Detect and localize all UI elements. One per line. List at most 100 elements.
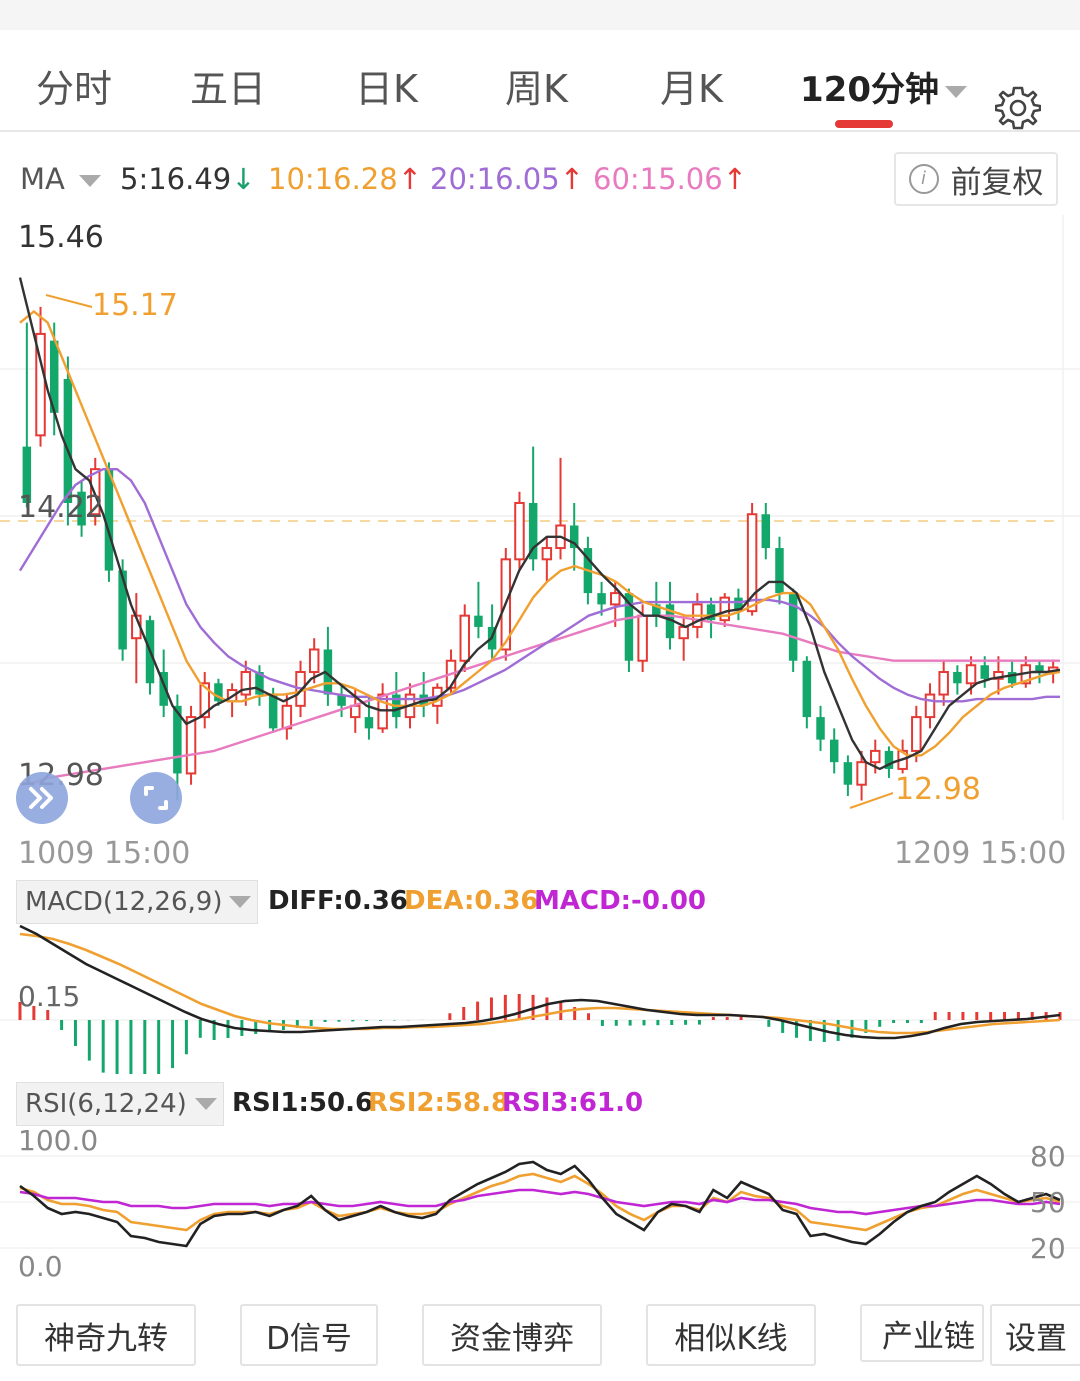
tab-zhouk[interactable]: 周K (505, 58, 568, 113)
double-chevron-right-icon (29, 787, 53, 809)
candle-body (610, 592, 621, 606)
ma5-line (18, 277, 1061, 771)
diff-line (19, 924, 1061, 1040)
candle-body (870, 749, 881, 764)
candle-body (185, 716, 197, 775)
candle-body (364, 717, 374, 729)
tab-fenshi[interactable]: 分时 (36, 58, 112, 113)
peak-leader-line (45, 294, 93, 308)
fullscreen-icon (144, 786, 168, 810)
candle-body (761, 514, 771, 549)
macd-selector[interactable]: MACD(12,26,9) (16, 880, 258, 924)
rsi-chart (0, 1155, 1080, 1249)
chevron-down-icon (229, 896, 251, 908)
ma20-value: 20:16.05↑ (430, 162, 585, 196)
candle-body (350, 704, 361, 719)
candle-body (459, 614, 470, 662)
rsi-50-label: 50 (1030, 1186, 1066, 1219)
low-leader-line (849, 792, 894, 809)
candle-body (268, 694, 278, 729)
adjust-button-label: 前复权 (950, 164, 1044, 201)
candle-body (843, 762, 853, 785)
adjust-button[interactable]: i 前复权 (894, 152, 1058, 206)
ma20-line (18, 467, 1060, 703)
chevron-down-icon (944, 85, 967, 98)
period-tabs: 分时 五日 日K 周K 月K 120分钟 (0, 30, 1080, 132)
dea-line (19, 932, 1061, 1035)
candle-body (678, 625, 689, 640)
candle-body (118, 570, 127, 650)
fullscreen-button[interactable] (130, 772, 182, 824)
date-axis-end: 1209 15:00 (894, 836, 1067, 871)
ma10-value: 10:16.28↑ (268, 162, 423, 196)
candle-body (829, 739, 839, 763)
candle-body (788, 593, 798, 661)
rsi1-line (19, 1160, 1061, 1248)
gear-icon[interactable] (995, 85, 1041, 131)
macd-scale-label: 0.15 (18, 980, 81, 1013)
rsi-bottom-label: 0.0 (18, 1250, 63, 1283)
tab-rik[interactable]: 日K (355, 58, 418, 113)
candle-body (911, 716, 922, 752)
macd-diff: DIFF:0.36 (268, 886, 408, 916)
settings-button[interactable]: 设置 (990, 1304, 1080, 1366)
tab-120min-label: 120分钟 (800, 70, 939, 110)
industry-chain-button[interactable]: 产业链 (860, 1304, 984, 1362)
tab-yuek[interactable]: 月K (660, 58, 723, 113)
active-tab-indicator (835, 120, 893, 128)
macd-value: MACD:-0.00 (534, 886, 706, 916)
price-mid-label: 14.22 (18, 490, 104, 525)
arrow-up-icon: ↑ (397, 162, 423, 196)
capital-game-button[interactable]: 资金博弈 (422, 1304, 602, 1366)
chevron-down-icon (78, 175, 101, 187)
similar-kline-button[interactable]: 相似K线 (646, 1304, 816, 1366)
candle-body (924, 693, 936, 719)
d-signal-button[interactable]: D信号 (240, 1304, 378, 1366)
rsi-20-label: 20 (1030, 1232, 1066, 1265)
ma-label: MA (20, 162, 65, 196)
ma10-line (19, 310, 1061, 757)
rsi2-value: RSI2:58.8 (368, 1088, 510, 1118)
candle-body (980, 665, 989, 679)
info-icon: i (908, 164, 939, 194)
expand-left-button[interactable] (16, 772, 68, 824)
macd-chart (0, 924, 1080, 1074)
ma5-value: 5:16.49↓ (120, 162, 256, 196)
tab-120min[interactable]: 120分钟 (800, 62, 967, 111)
candle-body (775, 548, 784, 594)
candle-body (938, 671, 949, 696)
candle-body (953, 672, 962, 684)
rsi-top-label: 100.0 (18, 1124, 99, 1157)
arrow-up-icon: ↑ (722, 162, 748, 196)
candle-body (514, 501, 525, 561)
candle-body (802, 660, 812, 718)
candle-body (965, 664, 977, 685)
price-low-right-label: 12.98 (895, 772, 981, 807)
status-strip (0, 0, 1080, 30)
candle-body (597, 593, 606, 605)
rsi3-value: RSI3:61.0 (502, 1088, 644, 1118)
candle-body (816, 717, 825, 740)
ma-selector[interactable]: MA (20, 162, 101, 196)
candle-body (308, 648, 320, 674)
macd-dea: DEA:0.36 (404, 886, 539, 916)
chevron-down-icon (195, 1098, 217, 1110)
nine-turn-button[interactable]: 神奇九转 (16, 1304, 196, 1366)
ma60-value: 60:15.06↑ (593, 162, 748, 196)
rsi1-value: RSI1:50.6 (232, 1088, 374, 1118)
tab-wuri[interactable]: 五日 (190, 58, 266, 113)
candle-body (856, 761, 867, 786)
arrow-up-icon: ↑ (559, 162, 585, 196)
ma-peak-label: 15.17 (92, 288, 178, 323)
rsi-selector[interactable]: RSI(6,12,24) (16, 1082, 224, 1126)
rsi-80-label: 80 (1030, 1140, 1066, 1173)
arrow-down-icon: ↓ (231, 162, 256, 196)
candle-body (474, 615, 483, 627)
candle-body (240, 671, 252, 696)
candle-body (541, 547, 553, 561)
macd-selector-label: MACD(12,26,9) (25, 887, 223, 917)
price-high-label: 15.46 (18, 220, 104, 255)
candle-body (637, 614, 648, 662)
date-axis-start: 1009 15:00 (18, 836, 191, 871)
rsi-selector-label: RSI(6,12,24) (25, 1089, 187, 1119)
